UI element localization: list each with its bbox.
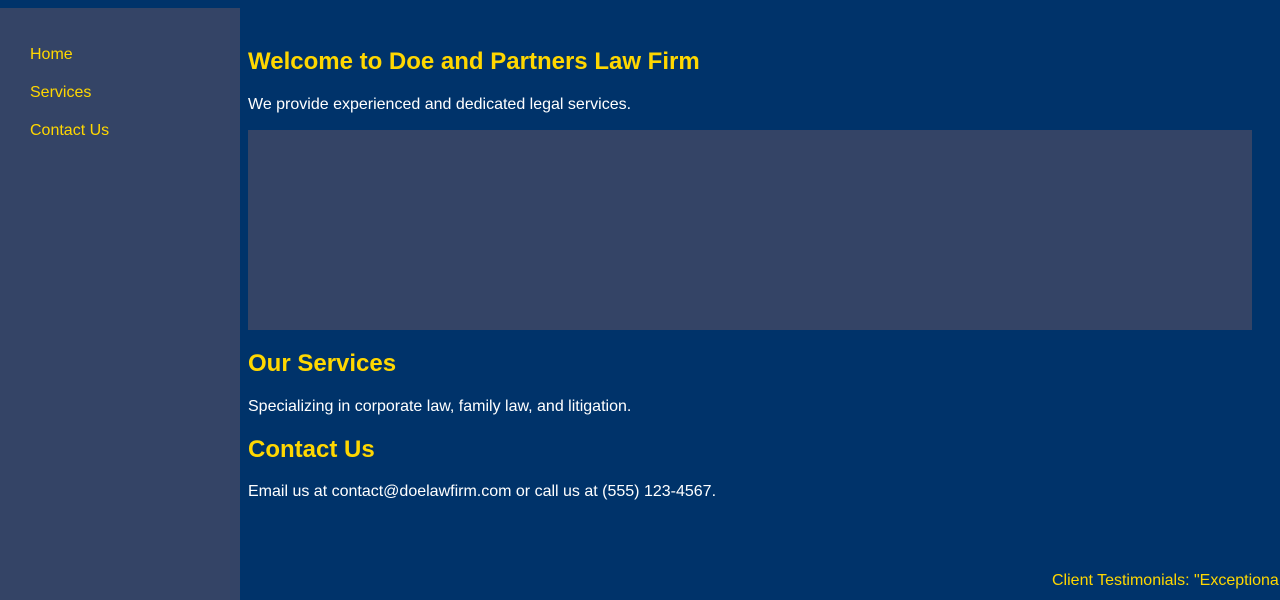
contact-text: Email us at contact@doelawfirm.com or ca… [248, 483, 717, 500]
sidebar-item-services[interactable]: Services [30, 83, 91, 103]
testimonials-ticker-text: Client Testimonials: "Exceptiona [1052, 572, 1279, 589]
page-title: Welcome to Doe and Partners Law Firm [248, 48, 700, 75]
banner-placeholder [248, 130, 1252, 330]
sidebar-item-contact-us[interactable]: Contact Us [30, 121, 109, 141]
main-content: Welcome to Doe and Partners Law Firm We … [248, 0, 1252, 600]
sidebar: Home Services Contact Us [0, 8, 240, 600]
contact-heading: Contact Us [248, 436, 375, 463]
services-heading: Our Services [248, 350, 397, 377]
sidebar-item-home[interactable]: Home [30, 45, 73, 65]
services-text: Specializing in corporate law, family la… [248, 398, 632, 415]
hero-subtitle: We provide experienced and dedicated leg… [248, 96, 632, 113]
testimonials-ticker: Client Testimonials: "Exceptiona [240, 570, 1280, 592]
